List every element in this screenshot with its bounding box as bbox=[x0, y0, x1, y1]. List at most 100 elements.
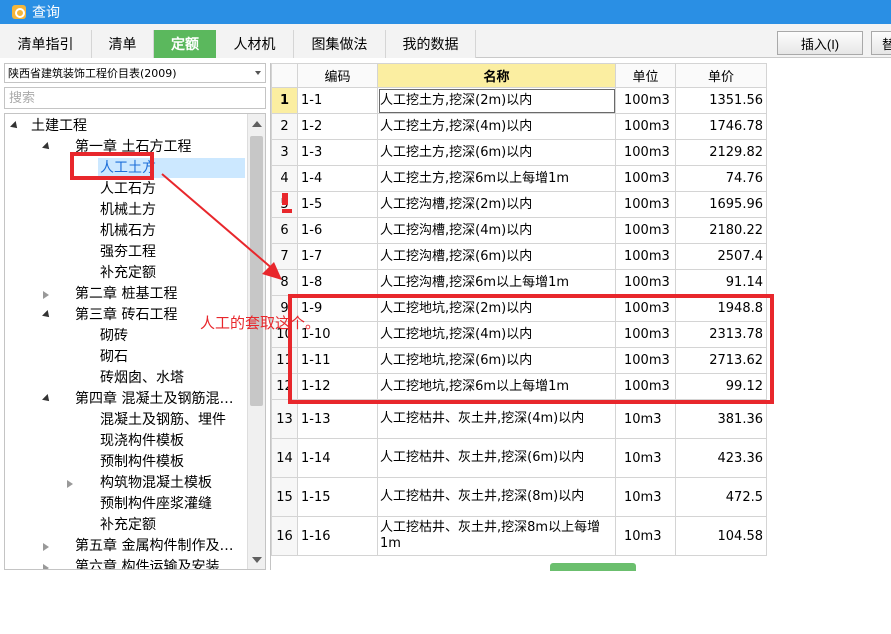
header-unit[interactable]: 单位 bbox=[615, 63, 676, 88]
tree-node[interactable]: 机械石方 bbox=[100, 221, 156, 241]
tree-node[interactable]: 预制构件模板 bbox=[100, 452, 184, 472]
header-name[interactable]: 名称 bbox=[377, 63, 616, 88]
cell-name[interactable]: 人工挖土方,挖深(4m)以内 bbox=[377, 113, 616, 140]
table-row[interactable]: 16 1-16 人工挖枯井、灰土井,挖深8m以上每增1m 10m3 104.58 bbox=[271, 516, 767, 556]
header-code[interactable]: 编码 bbox=[297, 63, 378, 88]
tree-node[interactable]: 预制构件座浆灌缝 bbox=[100, 494, 212, 514]
catalog-select[interactable]: 陕西省建筑装饰工程价目表(2009) bbox=[4, 63, 266, 83]
tree-node[interactable]: 人工石方 bbox=[100, 179, 156, 199]
tab-4[interactable]: 图集做法 bbox=[294, 30, 386, 58]
tree-node[interactable]: 现浇构件模板 bbox=[100, 431, 184, 451]
replace-button[interactable]: 替 bbox=[871, 31, 891, 55]
cell-name[interactable]: 人工挖枯井、灰土井,挖深(6m)以内 bbox=[377, 438, 616, 478]
insert-button[interactable]: 插入(I) bbox=[777, 31, 863, 55]
tab-1[interactable]: 清单 bbox=[92, 30, 154, 58]
cell-unit[interactable]: 10m3 bbox=[615, 477, 676, 517]
expanded-triangle-icon[interactable] bbox=[42, 394, 52, 404]
cell-idx[interactable]: 2 bbox=[271, 113, 298, 140]
tree-node[interactable]: 第六章 构件运输及安装 bbox=[75, 557, 219, 569]
cell-price[interactable]: 74.76 bbox=[675, 165, 767, 192]
cell-code[interactable]: 1-6 bbox=[297, 217, 378, 244]
tree-node[interactable]: 土建工程 bbox=[31, 116, 87, 136]
tab-3[interactable]: 人材机 bbox=[216, 30, 294, 58]
collapsed-triangle-icon[interactable] bbox=[43, 291, 49, 299]
tree-node[interactable]: 强夯工程 bbox=[100, 242, 156, 262]
cell-unit[interactable]: 100m3 bbox=[615, 269, 676, 296]
cell-idx[interactable]: 3 bbox=[271, 139, 298, 166]
panel-resize-grip[interactable] bbox=[550, 563, 636, 571]
cell-code[interactable]: 1-2 bbox=[297, 113, 378, 140]
cell-unit[interactable]: 100m3 bbox=[615, 113, 676, 140]
table-row[interactable]: 6 1-6 人工挖沟槽,挖深(4m)以内 100m3 2180.22 bbox=[271, 217, 767, 244]
header-price[interactable]: 单价 bbox=[675, 63, 767, 88]
tab-0[interactable]: 清单指引 bbox=[0, 30, 92, 58]
cell-name[interactable]: 人工挖枯井、灰土井,挖深8m以上每增1m bbox=[377, 516, 616, 556]
scroll-up-arrow-icon[interactable] bbox=[252, 121, 262, 127]
table-row[interactable]: 1 1-1 人工挖土方,挖深(2m)以内 100m3 1351.56 bbox=[271, 87, 767, 114]
table-row[interactable]: 13 1-13 人工挖枯井、灰土井,挖深(4m)以内 10m3 381.36 bbox=[271, 399, 767, 439]
cell-code[interactable]: 1-16 bbox=[297, 516, 378, 556]
search-input[interactable] bbox=[4, 87, 266, 109]
cell-name[interactable]: 人工挖沟槽,挖深(2m)以内 bbox=[377, 191, 616, 218]
table-row[interactable]: 7 1-7 人工挖沟槽,挖深(6m)以内 100m3 2507.4 bbox=[271, 243, 767, 270]
expanded-triangle-icon[interactable] bbox=[42, 142, 52, 152]
cell-unit[interactable]: 100m3 bbox=[615, 191, 676, 218]
tree-node[interactable]: 第三章 砖石工程 bbox=[75, 305, 177, 325]
cell-unit[interactable]: 100m3 bbox=[615, 243, 676, 270]
tree-node[interactable]: 补充定额 bbox=[100, 263, 156, 283]
table-row[interactable]: 2 1-2 人工挖土方,挖深(4m)以内 100m3 1746.78 bbox=[271, 113, 767, 140]
table-row[interactable]: 51-5人工挖沟槽,挖深(2m)以内100m31695.96 bbox=[271, 191, 767, 218]
collapsed-triangle-icon[interactable] bbox=[67, 480, 73, 488]
cell-name[interactable]: 人工挖土方,挖深(6m)以内 bbox=[377, 139, 616, 166]
expanded-triangle-icon[interactable] bbox=[42, 310, 52, 320]
cell-unit[interactable]: 100m3 bbox=[615, 165, 676, 192]
tree-node[interactable]: 机械土方 bbox=[100, 200, 156, 220]
cell-unit[interactable]: 10m3 bbox=[615, 438, 676, 478]
tab-5[interactable]: 我的数据 bbox=[386, 30, 476, 58]
cell-name[interactable]: 人工挖枯井、灰土井,挖深(4m)以内 bbox=[377, 399, 616, 439]
cell-unit[interactable]: 100m3 bbox=[615, 139, 676, 166]
cell-unit[interactable]: 100m3 bbox=[615, 87, 676, 114]
cell-name[interactable]: 人工挖沟槽,挖深6m以上每增1m bbox=[377, 269, 616, 296]
cell-name[interactable]: 人工挖沟槽,挖深(4m)以内 bbox=[377, 217, 616, 244]
cell-price[interactable]: 104.58 bbox=[675, 516, 767, 556]
cell-unit[interactable]: 10m3 bbox=[615, 399, 676, 439]
tree-node[interactable]: 砖烟囱、水塔 bbox=[100, 368, 184, 388]
cell-name[interactable]: 人工挖枯井、灰土井,挖深(8m)以内 bbox=[377, 477, 616, 517]
tree-node[interactable]: 构筑物混凝土模板 bbox=[100, 473, 212, 493]
cell-price[interactable]: 1351.56 bbox=[675, 87, 767, 114]
cell-price[interactable]: 1695.96 bbox=[675, 191, 767, 218]
tab-2[interactable]: 定额 bbox=[154, 30, 216, 58]
table-row[interactable]: 4 1-4 人工挖土方,挖深6m以上每增1m 100m3 74.76 bbox=[271, 165, 767, 192]
cell-price[interactable]: 472.5 bbox=[675, 477, 767, 517]
tree-node[interactable]: 砌砖 bbox=[100, 326, 128, 346]
table-row[interactable]: 15 1-15 人工挖枯井、灰土井,挖深(8m)以内 10m3 472.5 bbox=[271, 477, 767, 517]
cell-price[interactable]: 91.14 bbox=[675, 269, 767, 296]
cell-idx[interactable]: 14 bbox=[271, 438, 298, 478]
cell-name[interactable]: 人工挖土方,挖深(2m)以内 bbox=[377, 87, 616, 114]
collapsed-triangle-icon[interactable] bbox=[43, 543, 49, 551]
expanded-triangle-icon[interactable] bbox=[10, 121, 20, 131]
cell-price[interactable]: 2129.82 bbox=[675, 139, 767, 166]
table-row[interactable]: 14 1-14 人工挖枯井、灰土井,挖深(6m)以内 10m3 423.36 bbox=[271, 438, 767, 478]
cell-code[interactable]: 1-14 bbox=[297, 438, 378, 478]
cell-idx[interactable]: 13 bbox=[271, 399, 298, 439]
cell-name[interactable]: 人工挖沟槽,挖深(6m)以内 bbox=[377, 243, 616, 270]
cell-code[interactable]: 1-4 bbox=[297, 165, 378, 192]
cell-code[interactable]: 1-8 bbox=[297, 269, 378, 296]
tree-node[interactable]: 混凝土及钢筋、埋件 bbox=[100, 410, 226, 430]
cell-idx[interactable]: 16 bbox=[271, 516, 298, 556]
table-row[interactable]: 8 1-8 人工挖沟槽,挖深6m以上每增1m 100m3 91.14 bbox=[271, 269, 767, 296]
cell-unit[interactable]: 100m3 bbox=[615, 217, 676, 244]
cell-name[interactable]: 人工挖土方,挖深6m以上每增1m bbox=[377, 165, 616, 192]
cell-idx[interactable]: 1 bbox=[271, 87, 298, 114]
cell-price[interactable]: 1746.78 bbox=[675, 113, 767, 140]
cell-idx[interactable]: 15 bbox=[271, 477, 298, 517]
cell-price[interactable]: 2180.22 bbox=[675, 217, 767, 244]
cell-code[interactable]: 1-1 bbox=[297, 87, 378, 114]
cell-unit[interactable]: 10m3 bbox=[615, 516, 676, 556]
tree-node[interactable]: 第五章 金属构件制作及… bbox=[75, 536, 233, 556]
tree-node[interactable]: 第四章 混凝土及钢筋混… bbox=[75, 389, 233, 409]
tree-node[interactable]: 砌石 bbox=[100, 347, 128, 367]
cell-price[interactable]: 381.36 bbox=[675, 399, 767, 439]
